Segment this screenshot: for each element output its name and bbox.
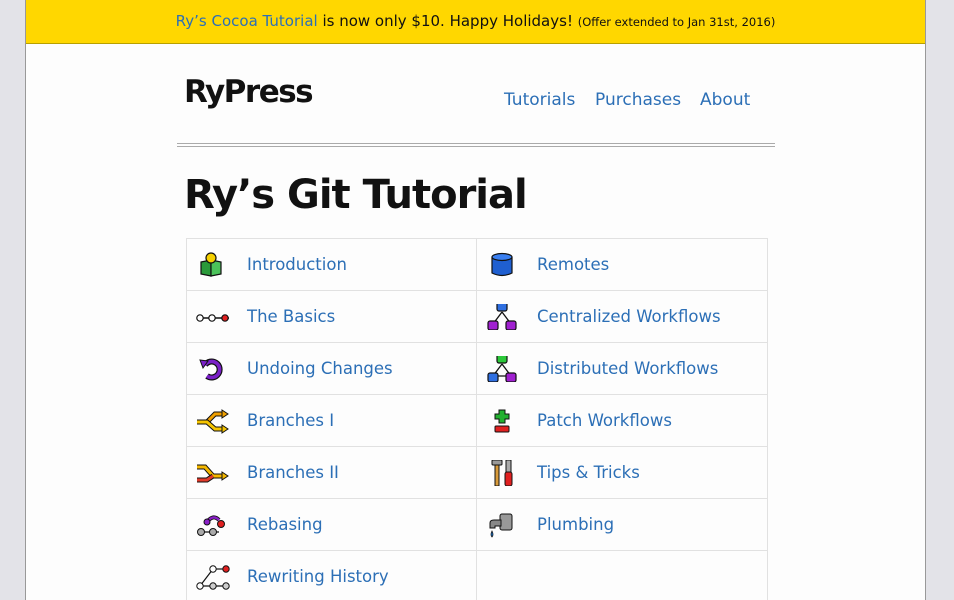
plus-minus-icon bbox=[494, 409, 510, 433]
chapter-plumbing[interactable]: Plumbing bbox=[477, 499, 768, 551]
chapter-tips-tricks[interactable]: Tips & Tricks bbox=[477, 447, 768, 499]
chapter-label: Introduction bbox=[247, 255, 347, 274]
site-logo[interactable]: RyPress bbox=[184, 74, 314, 110]
banner-link[interactable]: Ry’s Cocoa Tutorial bbox=[176, 12, 318, 30]
page-frame: Ry’s Cocoa Tutorial is now only $10. Hap… bbox=[25, 0, 926, 600]
header-divider bbox=[177, 143, 775, 147]
chapter-label: Rewriting History bbox=[247, 567, 389, 586]
undo-arrow-icon bbox=[199, 358, 223, 381]
chapter-label: Branches II bbox=[247, 463, 339, 482]
chapter-label: Centralized Workflows bbox=[537, 307, 721, 326]
chapter-distributed-workflows[interactable]: Distributed Workflows bbox=[477, 343, 768, 395]
centralized-tree-icon bbox=[487, 304, 517, 330]
banner-text: is now only $10. Happy Holidays! bbox=[317, 12, 578, 30]
faucet-icon bbox=[489, 513, 513, 538]
chapter-rewriting-history[interactable]: Rewriting History bbox=[187, 551, 477, 600]
database-icon bbox=[491, 252, 513, 277]
chapter-label: Remotes bbox=[537, 255, 610, 274]
merge-arrows-icon bbox=[197, 464, 229, 483]
chapter-patch-workflows[interactable]: Patch Workflows bbox=[477, 395, 768, 447]
commit-chain-icon bbox=[196, 314, 229, 322]
distributed-tree-icon bbox=[487, 356, 517, 382]
chapter-label: The Basics bbox=[247, 307, 336, 326]
nav-purchases[interactable]: Purchases bbox=[595, 90, 681, 110]
rebase-icon bbox=[197, 515, 225, 536]
book-icon bbox=[200, 252, 222, 277]
chapter-label: Distributed Workflows bbox=[537, 359, 719, 378]
chapter-label: Tips & Tricks bbox=[537, 463, 640, 482]
history-graph-icon bbox=[196, 565, 230, 590]
chapter-introduction[interactable]: Introduction bbox=[187, 239, 477, 291]
chapter-branches-2[interactable]: Branches II bbox=[187, 447, 477, 499]
promo-banner: Ry’s Cocoa Tutorial is now only $10. Hap… bbox=[26, 0, 925, 44]
banner-note: (Offer extended to Jan 31st, 2016) bbox=[577, 15, 776, 29]
chapter-label: Rebasing bbox=[247, 515, 323, 534]
branch-arrows-icon bbox=[197, 409, 229, 434]
nav-about[interactable]: About bbox=[700, 90, 750, 110]
chapter-undoing-changes[interactable]: Undoing Changes bbox=[187, 343, 477, 395]
chapter-label: Plumbing bbox=[537, 515, 615, 534]
chapter-label: Branches I bbox=[247, 411, 335, 430]
chapter-grid: Introduction Remotes The Basics Centrali… bbox=[186, 238, 768, 600]
chapter-label: Patch Workflows bbox=[537, 411, 672, 430]
chapter-label: Undoing Changes bbox=[247, 359, 393, 378]
chapter-centralized-workflows[interactable]: Centralized Workflows bbox=[477, 291, 768, 343]
chapter-the-basics[interactable]: The Basics bbox=[187, 291, 477, 343]
empty-cell bbox=[477, 551, 768, 600]
chapter-branches-1[interactable]: Branches I bbox=[187, 395, 477, 447]
tools-icon bbox=[491, 460, 513, 486]
nav-tutorials[interactable]: Tutorials bbox=[504, 90, 575, 110]
chapter-rebasing[interactable]: Rebasing bbox=[187, 499, 477, 551]
page-title: Ry’s Git Tutorial bbox=[184, 172, 528, 218]
chapter-remotes[interactable]: Remotes bbox=[477, 239, 768, 291]
